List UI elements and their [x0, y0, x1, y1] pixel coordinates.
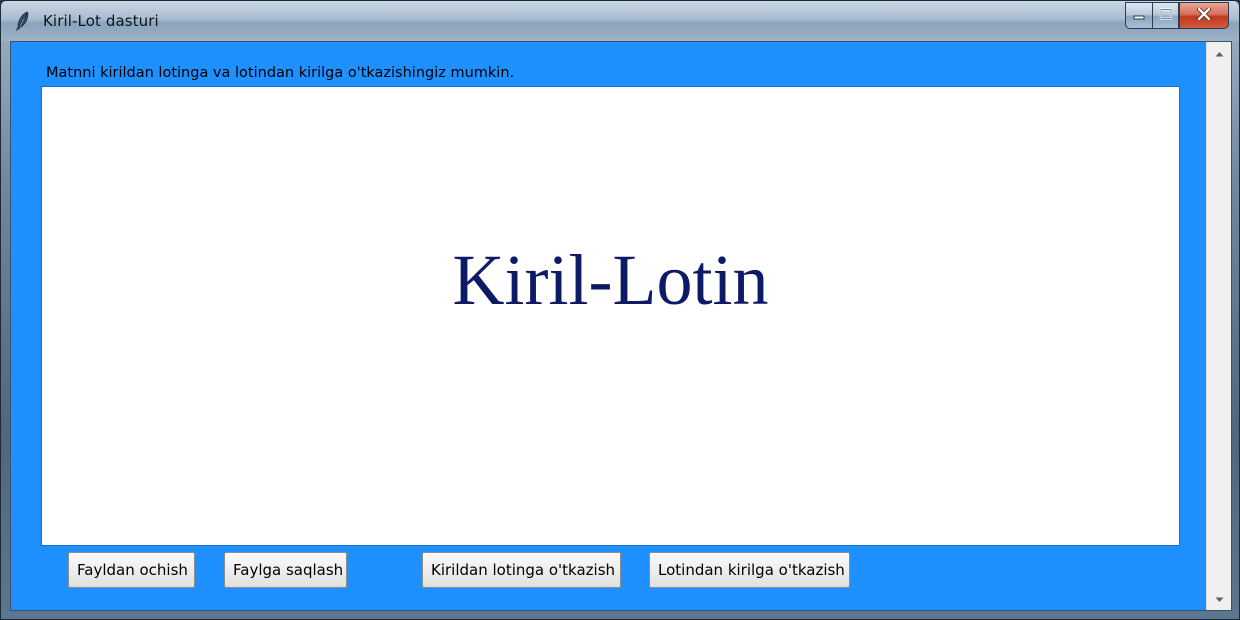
arrow-down-icon	[1215, 590, 1224, 608]
open-file-button[interactable]: Fayldan ochish	[68, 552, 195, 588]
scroll-up-button[interactable]	[1207, 42, 1231, 64]
scroll-track[interactable]	[1207, 64, 1231, 588]
save-file-button[interactable]: Faylga saqlash	[224, 552, 347, 588]
app-window: Kiril-Lot dasturi Matnni kirildan loting…	[0, 0, 1240, 620]
close-button[interactable]	[1179, 2, 1229, 29]
arrow-up-icon	[1215, 44, 1224, 62]
feather-icon	[15, 11, 31, 31]
close-icon	[1197, 6, 1211, 25]
window-controls	[1125, 2, 1229, 29]
window-title: Kiril-Lot dasturi	[43, 12, 159, 30]
client-area: Matnni kirildan lotinga va lotindan kiri…	[10, 41, 1232, 611]
instruction-label: Matnni kirildan lotinga va lotindan kiri…	[46, 65, 515, 81]
maximize-button[interactable]	[1152, 2, 1179, 29]
minimize-icon	[1133, 7, 1145, 25]
vertical-scrollbar[interactable]	[1206, 42, 1231, 610]
latin-to-cyrillic-button[interactable]: Lotindan kirilga o'tkazish	[649, 552, 850, 588]
cyrillic-to-latin-button[interactable]: Kirildan lotinga o'tkazish	[422, 552, 621, 588]
maximize-icon	[1159, 7, 1173, 25]
scroll-down-button[interactable]	[1207, 588, 1231, 610]
title-bar[interactable]: Kiril-Lot dasturi	[1, 1, 1239, 41]
minimize-button[interactable]	[1125, 2, 1152, 29]
text-editor[interactable]: Kiril-Lotin	[41, 86, 1180, 546]
